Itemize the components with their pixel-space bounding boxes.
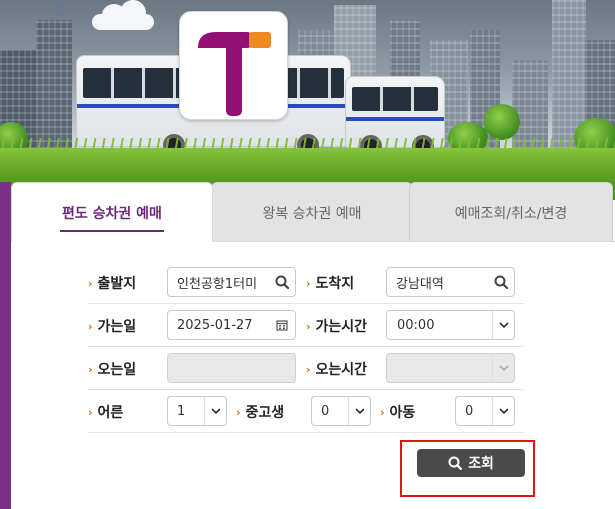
chevron-right-icon: › <box>88 362 93 376</box>
child-count-select[interactable]: 0 <box>455 396 515 426</box>
depart-time-value: 00:00 <box>397 317 435 333</box>
chevron-right-icon: › <box>236 405 241 419</box>
return-time-label: › 오는시간 <box>306 362 368 378</box>
booking-tabs: 편도 승차권 예매 왕복 승차권 예매 예매조회/취소/변경 <box>11 182 615 242</box>
form-row-locations: › 출발지 인천공항1터미 › 도착지 강남대역 <box>88 262 524 304</box>
youth-count-select[interactable]: 0 <box>311 396 371 426</box>
departure-label: › 출발지 <box>88 276 137 292</box>
chevron-right-icon: › <box>380 405 385 419</box>
arrival-value: 강남대역 <box>396 276 444 292</box>
chevron-down-icon[interactable] <box>492 311 514 339</box>
arrival-input[interactable]: 강남대역 <box>386 267 515 297</box>
child-label: › 아동 <box>380 405 416 421</box>
youth-label: › 중고생 <box>236 405 285 421</box>
chevron-right-icon: › <box>88 319 93 333</box>
search-icon <box>448 456 463 470</box>
form-row-departure: › 가는일 2025-01-27 › 가는시간 00:00 <box>88 305 524 347</box>
departure-input[interactable]: 인천공항1터미 <box>167 267 296 297</box>
search-icon[interactable] <box>269 268 295 296</box>
tab-one-way[interactable]: 편도 승차권 예매 <box>11 182 213 242</box>
search-button[interactable]: 조회 <box>417 449 525 477</box>
depart-time-select[interactable]: 00:00 <box>386 310 515 340</box>
search-icon[interactable] <box>488 268 514 296</box>
chevron-right-icon: › <box>88 405 93 419</box>
depart-date-label: › 가는일 <box>88 319 137 335</box>
tab-one-way-label: 편도 승차권 예매 <box>60 193 164 232</box>
return-date-input <box>167 353 296 383</box>
arrival-label: › 도착지 <box>306 276 355 292</box>
chevron-down-icon[interactable] <box>492 397 514 425</box>
chevron-right-icon: › <box>306 319 311 333</box>
tab-reservation-lookup-label: 예매조회/취소/변경 <box>454 205 568 222</box>
chevron-down-icon[interactable] <box>348 397 370 425</box>
return-date-label: › 오는일 <box>88 362 137 378</box>
tab-reservation-lookup[interactable]: 예매조회/취소/변경 <box>409 182 613 242</box>
depart-date-value: 2025-01-27 <box>177 317 253 333</box>
form-row-passengers: › 어른 1 › 중고생 0 › 아동 0 <box>88 391 524 433</box>
search-button-label: 조회 <box>468 456 494 472</box>
side-accent-bar <box>0 182 21 509</box>
depart-time-label: › 가는시간 <box>306 319 368 335</box>
brand-logo <box>179 11 288 120</box>
youth-count-value: 0 <box>321 403 330 419</box>
form-row-return: › 오는일 › 오는시간 <box>88 348 524 390</box>
adult-count-value: 1 <box>177 403 186 419</box>
balloon-decoration <box>55 0 65 16</box>
tab-round-trip-label: 왕복 승차권 예매 <box>262 205 362 222</box>
adult-count-select[interactable]: 1 <box>167 396 227 426</box>
chevron-right-icon: › <box>88 276 93 290</box>
hero-banner <box>0 0 615 200</box>
cloud-decoration <box>92 0 154 30</box>
tree <box>484 104 520 140</box>
depart-date-input[interactable]: 2025-01-27 <box>167 310 296 340</box>
return-time-select <box>386 353 515 383</box>
chevron-right-icon: › <box>306 362 311 376</box>
chevron-down-icon <box>492 354 514 382</box>
departure-value: 인천공항1터미 <box>177 276 258 292</box>
adult-label: › 어른 <box>88 405 124 421</box>
tab-round-trip[interactable]: 왕복 승차권 예매 <box>211 182 413 242</box>
calendar-icon[interactable] <box>269 311 295 339</box>
chevron-down-icon[interactable] <box>204 397 226 425</box>
child-count-value: 0 <box>465 403 474 419</box>
chevron-right-icon: › <box>306 276 311 290</box>
